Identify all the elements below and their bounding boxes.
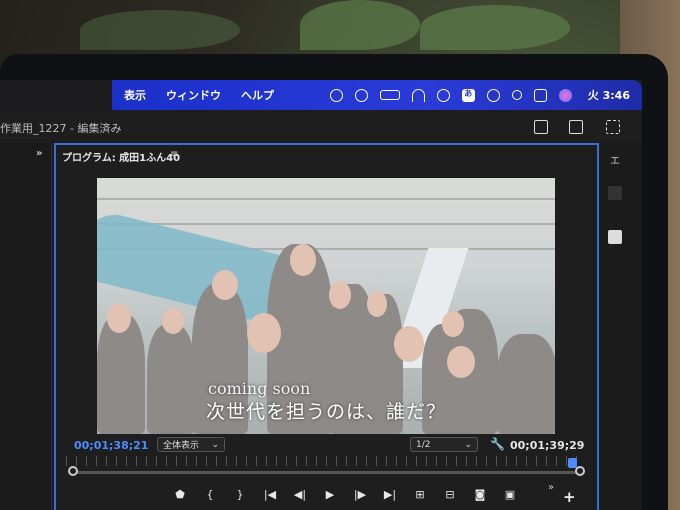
face: [447, 346, 475, 378]
face: [394, 326, 424, 362]
program-panel-title[interactable]: プログラム: 成田1ふん40: [62, 149, 180, 164]
menu-view[interactable]: 表示: [124, 87, 146, 103]
step-forward-icon[interactable]: |▶: [350, 488, 370, 501]
menubar-clock[interactable]: 火 3:46: [588, 87, 630, 103]
play-icon[interactable]: ▶: [320, 488, 340, 501]
plant-leaf: [420, 5, 570, 50]
download-icon[interactable]: [436, 88, 450, 102]
face: [442, 311, 464, 337]
zoom-select-value: 全体表示: [163, 441, 200, 451]
mark-in-icon[interactable]: {: [200, 488, 220, 501]
chevron-down-icon: ⌄: [464, 439, 472, 450]
time-machine-icon[interactable]: [486, 88, 500, 102]
hangar-truss: [97, 198, 555, 200]
wifi-icon[interactable]: [411, 88, 425, 102]
face: [107, 303, 131, 333]
insert-icon[interactable]: ⊞: [410, 488, 430, 501]
caption-english: coming soon: [208, 379, 311, 398]
battery-icon[interactable]: [379, 90, 400, 100]
video-frame[interactable]: [97, 178, 555, 434]
right-panel-label[interactable]: エ: [610, 152, 620, 167]
in-handle[interactable]: [68, 466, 78, 476]
macos-menubar: 表示 ウィンドウ ヘルプ あ 火 3:46: [112, 80, 642, 110]
play-circle-icon[interactable]: [354, 88, 368, 102]
marker-icon[interactable]: ⬟: [170, 488, 190, 501]
control-center-icon[interactable]: [533, 88, 547, 102]
current-timecode[interactable]: 00;01;38;21: [74, 439, 148, 452]
go-to-in-icon[interactable]: |◀: [260, 488, 280, 501]
panel-menu-icon[interactable]: ≡: [170, 149, 178, 160]
out-handle[interactable]: [575, 466, 585, 476]
tool-button-icon[interactable]: [608, 186, 622, 200]
go-to-out-icon[interactable]: ▶|: [380, 488, 400, 501]
input-method-icon[interactable]: あ: [461, 88, 475, 102]
zoom-select[interactable]: 全体表示 ⌄: [157, 437, 225, 452]
share-export-icon[interactable]: [534, 120, 548, 134]
face: [162, 308, 184, 334]
plant-leaf: [80, 10, 240, 50]
transport-controls: ⬟ { } |◀ ◀| ▶ |▶ ▶| ⊞ ⊟ ◙ ▣: [170, 488, 530, 501]
resolution-select-value: 1/2: [416, 439, 431, 450]
face: [329, 281, 351, 309]
time-ruler[interactable]: [66, 456, 581, 466]
resolution-select[interactable]: 1/2 ⌄: [410, 437, 478, 452]
export-frame-camera-icon[interactable]: ◙: [470, 488, 490, 501]
menu-help[interactable]: ヘルプ: [241, 87, 274, 103]
left-panel: [0, 143, 52, 510]
person: [497, 334, 555, 434]
wrench-settings-icon[interactable]: 🔧: [490, 437, 505, 451]
button-editor-plus-icon[interactable]: +: [563, 488, 576, 506]
person: [147, 324, 195, 434]
panel-expand-chevron-icon[interactable]: »: [36, 148, 42, 159]
overwrite-icon[interactable]: ⊟: [440, 488, 460, 501]
plant-leaf: [300, 0, 420, 50]
menu-window[interactable]: ウィンドウ: [166, 87, 221, 103]
upload-icon[interactable]: [569, 120, 583, 134]
creative-cloud-icon[interactable]: [329, 88, 343, 102]
siri-icon[interactable]: [558, 88, 572, 102]
search-icon[interactable]: [511, 90, 522, 100]
hangar-truss: [97, 223, 555, 225]
scrub-bar[interactable]: [72, 471, 580, 474]
comparison-view-icon[interactable]: ▣: [500, 488, 520, 501]
mark-out-icon[interactable]: }: [230, 488, 250, 501]
face: [247, 313, 281, 353]
face: [212, 270, 238, 300]
duration-timecode[interactable]: 00;01;39;29: [510, 439, 584, 452]
face: [290, 244, 316, 276]
caption-japanese: 次世代を担うのは、誰だ？: [206, 401, 447, 423]
more-controls-chevron-icon[interactable]: »: [548, 482, 554, 493]
face: [367, 291, 387, 317]
tool-button-icon[interactable]: [608, 230, 622, 244]
project-title: 作業用_1227 - 編集済み: [0, 122, 122, 135]
fullscreen-icon[interactable]: [606, 120, 620, 134]
step-back-icon[interactable]: ◀|: [290, 488, 310, 501]
chevron-down-icon: ⌄: [211, 439, 219, 450]
